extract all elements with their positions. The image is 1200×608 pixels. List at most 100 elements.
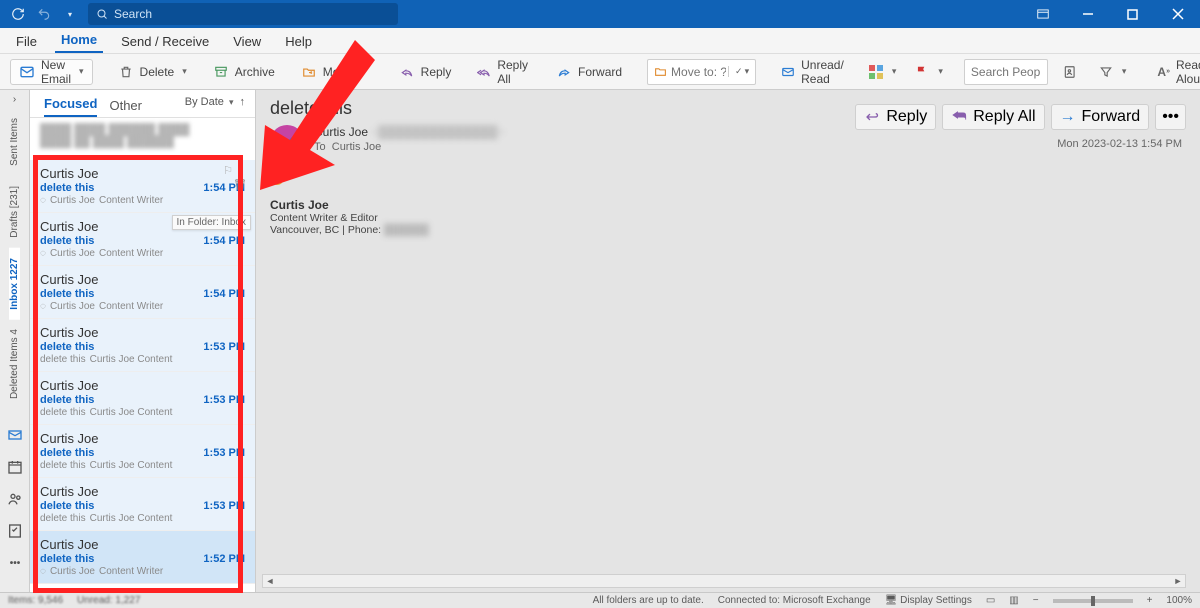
move-to-field[interactable] <box>671 65 726 79</box>
zoom-out-icon[interactable]: − <box>1033 595 1039 606</box>
menu-home[interactable]: Home <box>55 28 103 53</box>
search-people-input[interactable] <box>971 65 1041 79</box>
menu-help[interactable]: Help <box>279 30 318 53</box>
message-from: Curtis Joe <box>40 378 245 393</box>
message-from: Curtis Joe <box>40 166 245 181</box>
message-item[interactable]: Curtis Joedelete this1:54 PM◌Curtis Joe … <box>30 160 255 213</box>
window-minimize-icon[interactable] <box>1065 0 1110 28</box>
scroll-right-icon[interactable]: ► <box>1171 576 1185 586</box>
funnel-icon <box>1098 64 1114 80</box>
status-sync: All folders are up to date. <box>593 595 704 606</box>
reply-status-icon: ◌ <box>40 195 46 206</box>
window-close-icon[interactable] <box>1155 0 1200 28</box>
vtab-sent[interactable]: Sent Items <box>9 108 20 176</box>
global-search-input[interactable] <box>114 7 390 21</box>
message-preview: ◌Curtis Joe Content Writer <box>40 195 245 206</box>
flag-icon[interactable]: ⚐ <box>223 164 233 177</box>
categories-icon <box>868 64 884 80</box>
message-time: 1:53 PM <box>203 341 245 353</box>
menu-file[interactable]: File <box>10 30 43 53</box>
unread-read-button[interactable]: Unread/ Read <box>772 59 855 85</box>
message-subject: delete this <box>40 447 94 459</box>
signature-title: Content Writer & Editor <box>270 212 1186 224</box>
sort-by-date[interactable]: By Date ▾ <box>185 96 234 108</box>
reply-all-label: Reply All <box>497 58 530 86</box>
categorize-button[interactable]: ▾ <box>863 59 902 85</box>
envelope-icon <box>781 64 795 80</box>
menu-send-receive[interactable]: Send / Receive <box>115 30 215 53</box>
message-item[interactable]: Curtis Joedelete this1:54 PM◌Curtis Joe … <box>30 266 255 319</box>
reading-horizontal-scrollbar[interactable]: ◄► <box>262 574 1186 588</box>
menu-view[interactable]: View <box>227 30 267 53</box>
search-icon <box>96 8 108 20</box>
address-book-icon <box>1062 64 1078 80</box>
search-people[interactable] <box>964 59 1048 85</box>
display-settings-button[interactable]: 🖥 Display Settings <box>885 595 972 606</box>
new-email-label: New Email <box>41 58 71 86</box>
message-preview: ◌Curtis Joe Content Writer <box>40 248 245 259</box>
move-to-combo[interactable]: ✓▾ <box>647 59 756 85</box>
tab-focused[interactable]: Focused <box>44 96 97 117</box>
zoom-in-icon[interactable]: + <box>1147 595 1153 606</box>
message-item[interactable]: Curtis Joedelete this1:53 PMdelete this … <box>30 372 255 425</box>
signature-name: Curtis Joe <box>270 198 1186 212</box>
zoom-slider[interactable] <box>1053 599 1133 603</box>
undo-icon[interactable] <box>34 4 54 24</box>
expand-nav-icon[interactable]: › <box>0 90 29 108</box>
message-subject: delete this <box>40 341 94 353</box>
message-item[interactable]: Curtis Joedelete this1:53 PMdelete this … <box>30 425 255 478</box>
message-preview: ◌Curtis Joe Content Writer <box>40 566 245 577</box>
vtab-deleted[interactable]: Deleted Items 4 <box>9 319 20 409</box>
message-item[interactable]: Curtis Joedelete this1:53 PMdelete this … <box>30 478 255 531</box>
more-modules-icon[interactable]: ••• <box>6 554 24 572</box>
flag-button[interactable]: ▾ <box>909 59 948 85</box>
scroll-left-icon[interactable]: ◄ <box>263 576 277 586</box>
status-bar: Items: 9,546 Unread: 1,227 All folders a… <box>0 592 1200 608</box>
sort-direction-icon[interactable]: ↑ <box>240 96 246 108</box>
global-search[interactable] <box>88 3 398 25</box>
message-from: Curtis Joe <box>40 325 245 340</box>
sender-avatar <box>270 125 304 159</box>
delete-button[interactable]: Delete▾ <box>109 59 196 85</box>
reply-all-button[interactable]: Reply All <box>468 59 539 85</box>
address-book-button[interactable] <box>1056 59 1084 85</box>
move-button[interactable]: Move▾ <box>292 59 374 85</box>
message-item[interactable]: Curtis Joedelete this1:54 PM◌Curtis Joe … <box>30 213 255 266</box>
flag-icon <box>914 64 930 80</box>
title-bar: ▾ <box>0 0 1200 28</box>
filter-button[interactable]: ▾ <box>1092 59 1133 85</box>
message-item[interactable]: Curtis Joedelete this1:52 PM◌Curtis Joe … <box>30 531 255 584</box>
ribbon-options-icon[interactable] <box>1020 0 1065 28</box>
move-label: Move <box>323 65 352 79</box>
message-subject: delete this <box>40 182 94 194</box>
new-email-button[interactable]: New Email▾ <box>10 59 93 85</box>
people-module-icon[interactable] <box>6 490 24 508</box>
calendar-module-icon[interactable] <box>6 458 24 476</box>
delete-icon[interactable]: 🗑 <box>233 178 247 191</box>
sync-icon[interactable] <box>8 4 28 24</box>
rp-timestamp: Mon 2023-02-13 1:54 PM <box>1057 138 1182 150</box>
mail-module-icon[interactable] <box>6 426 24 444</box>
read-aloud-button[interactable]: A» Read Aloud <box>1148 59 1200 85</box>
zoom-level: 100% <box>1166 595 1192 606</box>
window-maximize-icon[interactable] <box>1110 0 1155 28</box>
message-preview: delete this Curtis Joe Content <box>40 460 245 471</box>
message-preview: ◌Curtis Joe Content Writer <box>40 301 245 312</box>
message-subject: delete this <box>40 288 94 300</box>
emoji-icon <box>270 171 284 185</box>
message-time: 1:52 PM <box>203 553 245 565</box>
reply-button[interactable]: Reply <box>390 59 461 85</box>
view-normal-icon[interactable]: ▭ <box>986 595 995 606</box>
forward-button[interactable]: Forward <box>547 59 631 85</box>
vtab-inbox[interactable]: Inbox 1227 <box>9 248 20 320</box>
tab-other[interactable]: Other <box>109 98 142 117</box>
qat-dropdown-icon[interactable]: ▾ <box>60 4 80 24</box>
message-item[interactable]: Curtis Joedelete this1:53 PMdelete this … <box>30 319 255 372</box>
message-from: Curtis Joe <box>40 272 245 287</box>
todo-module-icon[interactable] <box>6 522 24 540</box>
forward-label: Forward <box>578 65 622 79</box>
reply-label: Reply <box>421 65 452 79</box>
vtab-drafts[interactable]: Drafts [231] <box>9 176 20 248</box>
view-reading-icon[interactable]: ▥ <box>1009 595 1018 606</box>
archive-button[interactable]: Archive <box>204 59 284 85</box>
